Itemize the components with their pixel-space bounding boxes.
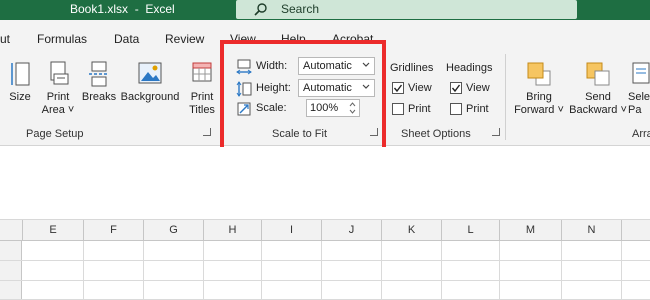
column-header-h[interactable]: H <box>203 220 261 241</box>
headings-view-checkbox[interactable] <box>450 82 462 94</box>
check-icon <box>393 84 403 93</box>
column-header-e[interactable]: E <box>22 220 83 241</box>
bring-forward-button[interactable]: Bring Forward ˅ <box>510 60 568 117</box>
sheet-options-launcher-icon[interactable] <box>492 128 500 136</box>
background-image-icon <box>138 62 162 84</box>
highlight-box <box>220 40 386 152</box>
grid-row-line <box>0 260 650 261</box>
grid-col-line <box>499 241 500 300</box>
send-backward-label-1: Send <box>585 91 611 103</box>
grid-col-line <box>203 241 204 300</box>
formula-area <box>0 147 650 217</box>
print-titles-button[interactable]: Print Titles <box>186 60 218 117</box>
page-setup-launcher-icon[interactable] <box>203 128 211 136</box>
grid-col-line <box>83 241 84 300</box>
print-area-label-1: Print <box>46 91 70 103</box>
grid-col-line <box>621 241 622 300</box>
search-icon <box>254 3 267 16</box>
column-header-g[interactable]: G <box>143 220 203 241</box>
page-size-icon <box>11 62 30 86</box>
send-backward-label-2: Backward ˅ <box>569 104 627 116</box>
selection-pane-button[interactable]: Sele Pa <box>628 60 650 117</box>
size-label: Size <box>9 91 31 103</box>
grid-row-line <box>0 280 650 281</box>
send-backward-button[interactable]: Send Backward ˅ <box>568 60 628 117</box>
headings-print-label: Print <box>466 103 489 115</box>
title-bar: Book1.xlsx - Excel Search <box>0 0 650 20</box>
column-header-m[interactable]: M <box>499 220 561 241</box>
print-titles-label-2: Titles <box>189 104 215 116</box>
column-header-row: E F G H I J K L M N <box>0 219 650 241</box>
column-header-j[interactable]: J <box>321 220 381 241</box>
group-separator <box>505 54 506 140</box>
grid-col-line <box>561 241 562 300</box>
gridlines-print-label: Print <box>408 103 431 115</box>
selection-pane-icon <box>632 62 650 84</box>
search-label: Search <box>281 2 320 16</box>
sheet-options-group-label: Sheet Options <box>401 128 471 140</box>
grid-col-line <box>143 241 144 300</box>
column-header-k[interactable]: K <box>381 220 441 241</box>
grid-col-line <box>261 241 262 300</box>
background-label: Background <box>120 91 180 103</box>
bring-forward-label-2: Forward ˅ <box>514 104 564 116</box>
print-titles-icon <box>192 62 212 82</box>
column-header-f[interactable]: F <box>83 220 143 241</box>
column-header-partial[interactable] <box>621 220 650 241</box>
breaks-icon <box>89 61 109 87</box>
print-area-label-2: Area ˅ <box>41 104 75 116</box>
gridlines-label: Gridlines <box>390 62 434 74</box>
background-button[interactable]: Background <box>119 60 181 104</box>
grid-col-line <box>381 241 382 300</box>
gridlines-view-checkbox[interactable] <box>392 82 404 94</box>
print-titles-label-1: Print <box>190 91 214 103</box>
bring-forward-icon <box>527 62 551 86</box>
headings-print-checkbox[interactable] <box>450 103 462 115</box>
page-setup-group-label: Page Setup <box>26 128 84 140</box>
selection-pane-label-1: Sele <box>628 91 650 103</box>
window-title: Book1.xlsx - Excel <box>70 2 175 16</box>
column-header-l[interactable]: L <box>441 220 499 241</box>
print-area-icon <box>50 61 69 85</box>
breaks-button[interactable]: Breaks <box>80 60 118 104</box>
bring-forward-label-1: Bring <box>526 91 552 103</box>
gridlines-view-label: View <box>408 82 432 94</box>
grid-col-line <box>441 241 442 300</box>
search-box[interactable]: Search <box>236 0 577 19</box>
print-area-button[interactable]: Print Area ˅ <box>40 60 76 117</box>
send-backward-icon <box>586 62 610 86</box>
check-icon <box>451 84 461 93</box>
breaks-label: Breaks <box>81 91 117 103</box>
grid-col-line <box>321 241 322 300</box>
gridlines-print-checkbox[interactable] <box>392 103 404 115</box>
column-header-n[interactable]: N <box>561 220 621 241</box>
column-header-i[interactable]: I <box>261 220 321 241</box>
selection-pane-label-2: Pa <box>628 104 642 116</box>
arrange-group-label: Arra <box>632 128 650 140</box>
size-button[interactable]: Size <box>4 60 36 104</box>
headings-label: Headings <box>446 62 493 74</box>
row-header-column <box>0 241 22 300</box>
headings-view-label: View <box>466 82 490 94</box>
